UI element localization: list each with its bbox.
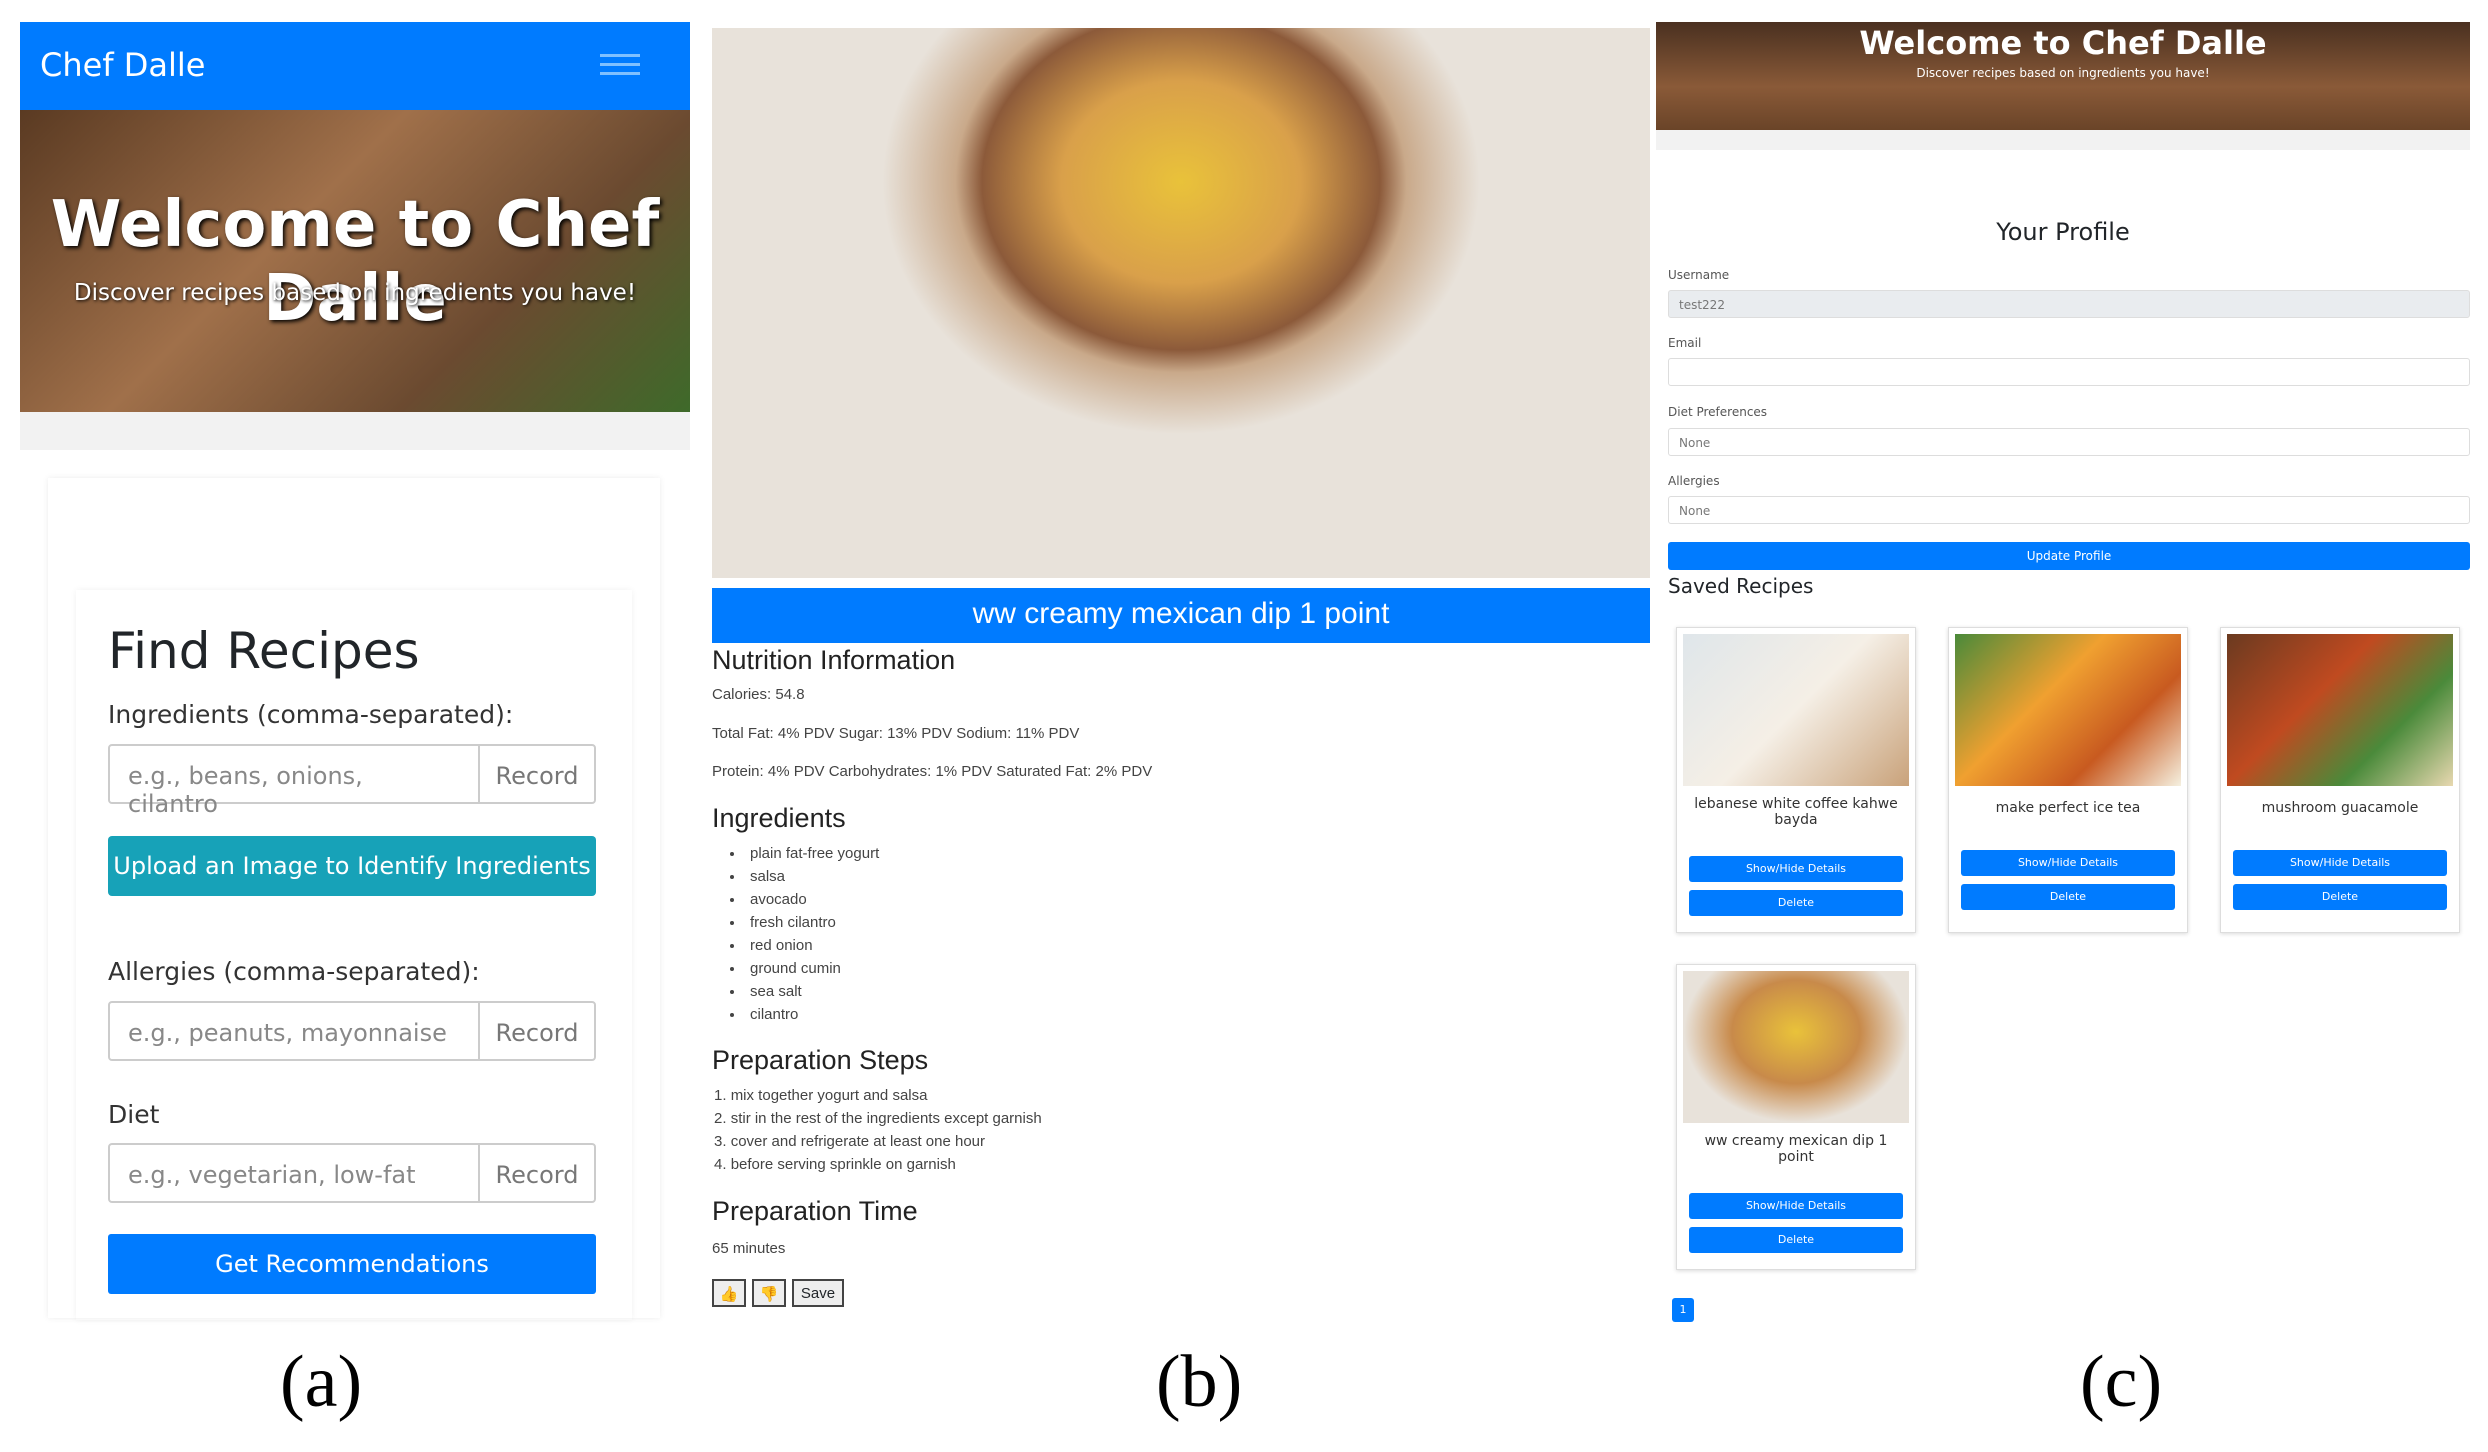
ingredient-item: sea salt bbox=[730, 980, 879, 1003]
update-profile-button[interactable]: Update Profile bbox=[1668, 542, 2470, 570]
step-item: stir in the rest of the ingredients exce… bbox=[714, 1107, 1042, 1130]
allergies-field[interactable]: None bbox=[1668, 496, 2470, 524]
step-item: before serving sprinkle on garnish bbox=[714, 1153, 1042, 1176]
toggle-details-button[interactable]: Show/Hide Details bbox=[2233, 850, 2447, 876]
caption-b: (b) bbox=[1156, 1341, 1243, 1423]
allergies-label: Allergies (comma-separated): bbox=[108, 957, 480, 986]
ingredients-label: Ingredients (comma-separated): bbox=[108, 700, 514, 729]
nutrition-line-1: Total Fat: 4% PDV Sugar: 13% PDV Sodium:… bbox=[712, 725, 1080, 742]
hero-title: Welcome to Chef Dalle bbox=[1859, 24, 2267, 62]
diet-label: Diet Preferences bbox=[1668, 405, 1768, 419]
recipe-card: mushroom guacamole Show/Hide Details Del… bbox=[2220, 627, 2460, 933]
step-item: cover and refrigerate at least one hour bbox=[714, 1130, 1042, 1153]
username-field: test222 bbox=[1668, 290, 2470, 318]
recipe-name: ww creamy mexican dip 1 point bbox=[1704, 1133, 1888, 1165]
email-label: Email bbox=[1668, 336, 1702, 350]
save-button[interactable]: Save bbox=[792, 1279, 844, 1307]
ingredient-item: ground cumin bbox=[730, 957, 879, 980]
username-label: Username bbox=[1668, 268, 1730, 282]
toggle-details-button[interactable]: Show/Hide Details bbox=[1689, 1193, 1903, 1219]
recipe-thumbnail bbox=[1683, 971, 1909, 1123]
ingredient-item: salsa bbox=[730, 865, 879, 888]
recipe-name: lebanese white coffee kahwe bayda bbox=[1694, 796, 1898, 828]
pagination-page-1[interactable]: 1 bbox=[1672, 1298, 1694, 1322]
hero-banner: Welcome to Chef Dalle Discover recipes b… bbox=[20, 110, 690, 412]
hero-banner-small: Welcome to Chef Dalle Discover recipes b… bbox=[1656, 22, 2470, 130]
recipe-thumbnail bbox=[1683, 634, 1909, 786]
hero-subtitle: Discover recipes based on ingredients yo… bbox=[73, 280, 637, 306]
ingredient-item: red onion bbox=[730, 934, 879, 957]
upload-image-button[interactable]: Upload an Image to Identify Ingredients bbox=[108, 836, 596, 896]
ingredient-item: plain fat-free yogurt bbox=[730, 842, 879, 865]
delete-button[interactable]: Delete bbox=[2233, 884, 2447, 910]
nutrition-heading: Nutrition Information bbox=[712, 645, 956, 675]
hero-subtitle: Discover recipes based on ingredients yo… bbox=[1916, 66, 2210, 80]
recipe-name: make perfect ice tea bbox=[1995, 800, 2141, 816]
recipe-title: ww creamy mexican dip 1 point bbox=[712, 588, 1650, 643]
record-allergies-button[interactable]: Record bbox=[478, 1001, 596, 1061]
prep-time: 65 minutes bbox=[712, 1240, 786, 1257]
recipe-thumbnail bbox=[1955, 634, 2181, 786]
allergies-label: Allergies bbox=[1668, 474, 1720, 488]
profile-heading: Your Profile bbox=[1996, 218, 2130, 246]
recipe-image bbox=[712, 28, 1650, 578]
thumbs-down-icon[interactable]: 👎 bbox=[752, 1279, 786, 1307]
ingredients-input[interactable]: e.g., beans, onions, cilantro bbox=[108, 744, 480, 818]
email-field[interactable] bbox=[1668, 358, 2470, 386]
divider-band bbox=[1656, 130, 2470, 150]
step-item: mix together yogurt and salsa bbox=[714, 1084, 1042, 1107]
hamburger-menu-icon[interactable] bbox=[600, 48, 640, 82]
toggle-details-button[interactable]: Show/Hide Details bbox=[1689, 856, 1903, 882]
recipe-card: make perfect ice tea Show/Hide Details D… bbox=[1948, 627, 2188, 933]
get-recommendations-button[interactable]: Get Recommendations bbox=[108, 1234, 596, 1294]
delete-button[interactable]: Delete bbox=[1961, 884, 2175, 910]
record-diet-button[interactable]: Record bbox=[478, 1143, 596, 1203]
thumbs-up-icon[interactable]: 👍 bbox=[712, 1279, 746, 1307]
steps-list: mix together yogurt and salsa stir in th… bbox=[714, 1084, 1042, 1176]
diet-label: Diet bbox=[108, 1100, 160, 1129]
caption-c: (c) bbox=[2080, 1341, 2163, 1423]
recipe-thumbnail bbox=[2227, 634, 2453, 786]
toggle-details-button[interactable]: Show/Hide Details bbox=[1961, 850, 2175, 876]
delete-button[interactable]: Delete bbox=[1689, 1227, 1903, 1253]
ingredients-list: plain fat-free yogurt salsa avocado fres… bbox=[730, 842, 879, 1026]
steps-heading: Preparation Steps bbox=[712, 1045, 929, 1075]
page-title: Find Recipes bbox=[108, 622, 420, 680]
navbar: Chef Dalle bbox=[20, 22, 690, 110]
time-heading: Preparation Time bbox=[712, 1196, 918, 1226]
record-ingredients-button[interactable]: Record bbox=[478, 744, 596, 804]
recipe-card: lebanese white coffee kahwe bayda Show/H… bbox=[1676, 627, 1916, 933]
allergies-input[interactable]: e.g., peanuts, mayonnaise bbox=[108, 1001, 480, 1061]
brand-logo[interactable]: Chef Dalle bbox=[40, 46, 205, 84]
recipe-card: ww creamy mexican dip 1 point Show/Hide … bbox=[1676, 964, 1916, 1270]
ingredient-item: avocado bbox=[730, 888, 879, 911]
saved-recipes-heading: Saved Recipes bbox=[1668, 574, 1814, 598]
calories: Calories: 54.8 bbox=[712, 686, 805, 703]
ingredient-item: cilantro bbox=[730, 1003, 879, 1026]
diet-input[interactable]: e.g., vegetarian, low-fat bbox=[108, 1143, 480, 1203]
recipe-name: mushroom guacamole bbox=[2261, 800, 2419, 816]
caption-a: (a) bbox=[280, 1341, 363, 1423]
ingredient-item: fresh cilantro bbox=[730, 911, 879, 934]
hero-title: Welcome to Chef Dalle bbox=[50, 188, 660, 336]
delete-button[interactable]: Delete bbox=[1689, 890, 1903, 916]
ingredients-heading: Ingredients bbox=[712, 803, 846, 833]
nutrition-line-2: Protein: 4% PDV Carbohydrates: 1% PDV Sa… bbox=[712, 763, 1153, 780]
diet-field[interactable]: None bbox=[1668, 428, 2470, 456]
divider-band bbox=[20, 412, 690, 450]
